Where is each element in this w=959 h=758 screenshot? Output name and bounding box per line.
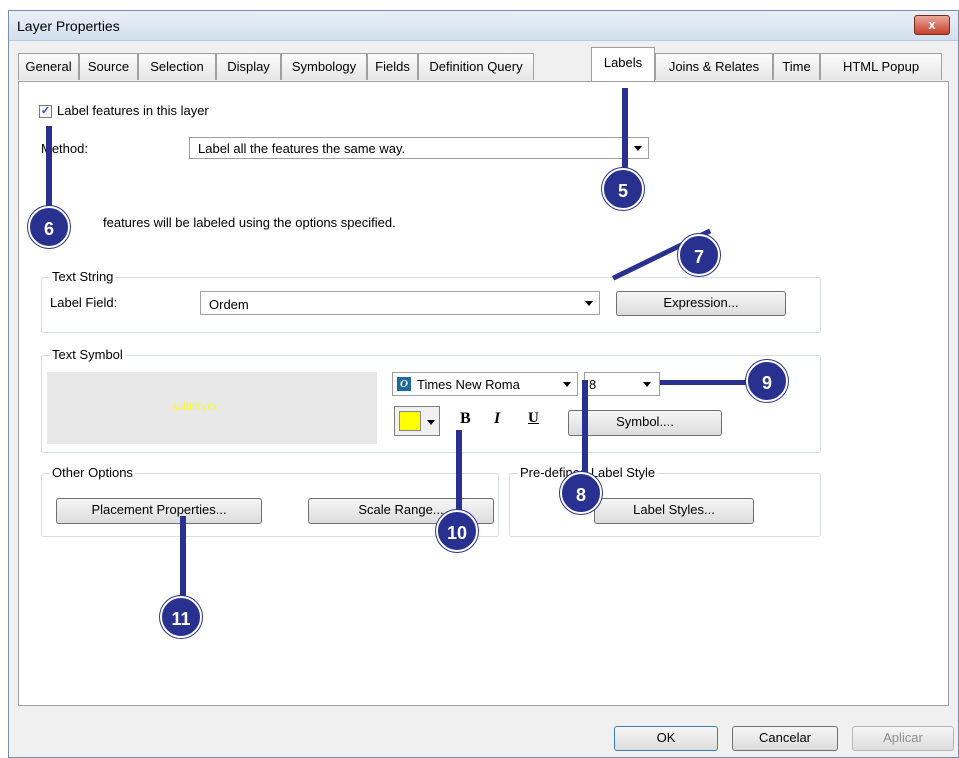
annotation-leader-5 <box>622 88 628 180</box>
font-name-dropdown[interactable]: O Times New Roma <box>392 372 578 396</box>
annotation-leader-6 <box>46 126 52 216</box>
label-features-label: Label features in this layer <box>57 103 209 118</box>
tab-fields[interactable]: Fields <box>367 53 418 80</box>
chevron-down-icon <box>563 382 571 387</box>
expression-button[interactable]: Expression... <box>616 291 786 316</box>
predefined-style-group: Pre-defined Label Style Label Styles... <box>509 465 821 537</box>
tab-definition-query[interactable]: Definition Query <box>418 53 534 80</box>
annotation-marker-10: 10 <box>436 510 478 552</box>
annotation-marker-5: 5 <box>602 168 644 210</box>
text-symbol-group: Text Symbol AaBbYyZz O Times New Roma 8 … <box>41 347 821 453</box>
annotation-leader-9 <box>660 380 760 385</box>
text-symbol-title: Text Symbol <box>50 347 125 362</box>
method-value: Label all the features the same way. <box>198 141 406 156</box>
annotation-marker-11: 11 <box>160 596 202 638</box>
text-string-title: Text String <box>50 269 116 284</box>
chevron-down-icon <box>634 146 642 151</box>
color-picker[interactable] <box>394 406 440 436</box>
title-bar: Layer Properties x <box>9 11 958 41</box>
info-text: features will be labeled using the optio… <box>103 215 396 230</box>
tab-html-popup[interactable]: HTML Popup <box>820 53 942 80</box>
annotation-leader-10 <box>456 430 462 512</box>
italic-button[interactable]: I <box>494 410 500 428</box>
tab-display[interactable]: Display <box>216 53 281 80</box>
color-swatch <box>399 411 421 431</box>
close-button[interactable]: x <box>914 15 950 35</box>
label-field-dropdown[interactable]: Ordem <box>200 291 600 315</box>
tab-joins-relates[interactable]: Joins & Relates <box>655 53 773 80</box>
other-options-title: Other Options <box>50 465 135 480</box>
label-field-label: Label Field: <box>50 295 118 310</box>
bold-button[interactable]: B <box>460 410 471 428</box>
annotation-marker-7: 7 <box>678 234 720 276</box>
tab-selection[interactable]: Selection <box>138 53 216 80</box>
other-options-group: Other Options Placement Properties... Sc… <box>41 465 499 537</box>
tab-time[interactable]: Time <box>773 53 820 80</box>
chevron-down-icon <box>427 420 435 425</box>
annotation-leader-8 <box>582 380 588 480</box>
annotation-marker-9: 9 <box>746 360 788 402</box>
annotation-marker-8: 8 <box>560 472 602 514</box>
symbol-preview: AaBbYyZz <box>47 372 377 444</box>
font-size-value: 8 <box>589 377 597 392</box>
label-field-value: Ordem <box>209 297 249 312</box>
tab-general[interactable]: General <box>18 53 79 80</box>
tab-labels[interactable]: Labels <box>591 47 655 81</box>
underline-button[interactable]: U <box>528 410 539 427</box>
cancel-button[interactable]: Cancelar <box>732 726 838 751</box>
placement-properties-button[interactable]: Placement Properties... <box>56 498 262 524</box>
labels-tab-panel: ✓ Label features in this layer Method: L… <box>18 81 949 706</box>
font-name-value: Times New Roma <box>417 377 520 392</box>
font-size-dropdown[interactable]: 8 <box>584 372 660 396</box>
ok-button[interactable]: OK <box>614 726 718 751</box>
label-features-checkbox[interactable]: ✓ <box>39 105 52 118</box>
apply-button: Aplicar <box>852 726 954 751</box>
tab-symbology[interactable]: Symbology <box>281 53 367 80</box>
annotation-marker-6: 6 <box>28 206 70 248</box>
tab-source[interactable]: Source <box>79 53 138 80</box>
text-string-group: Text String Label Field: Ordem Expressio… <box>41 269 821 333</box>
chevron-down-icon <box>585 301 593 306</box>
dialog-title: Layer Properties <box>17 18 120 34</box>
preview-text: AaBbYyZz <box>171 402 218 413</box>
label-styles-button[interactable]: Label Styles... <box>594 498 754 524</box>
chevron-down-icon <box>643 382 651 387</box>
method-dropdown[interactable]: Label all the features the same way. <box>189 137 649 159</box>
symbol-button[interactable]: Symbol.... <box>568 410 722 436</box>
opentype-font-icon: O <box>397 377 411 391</box>
